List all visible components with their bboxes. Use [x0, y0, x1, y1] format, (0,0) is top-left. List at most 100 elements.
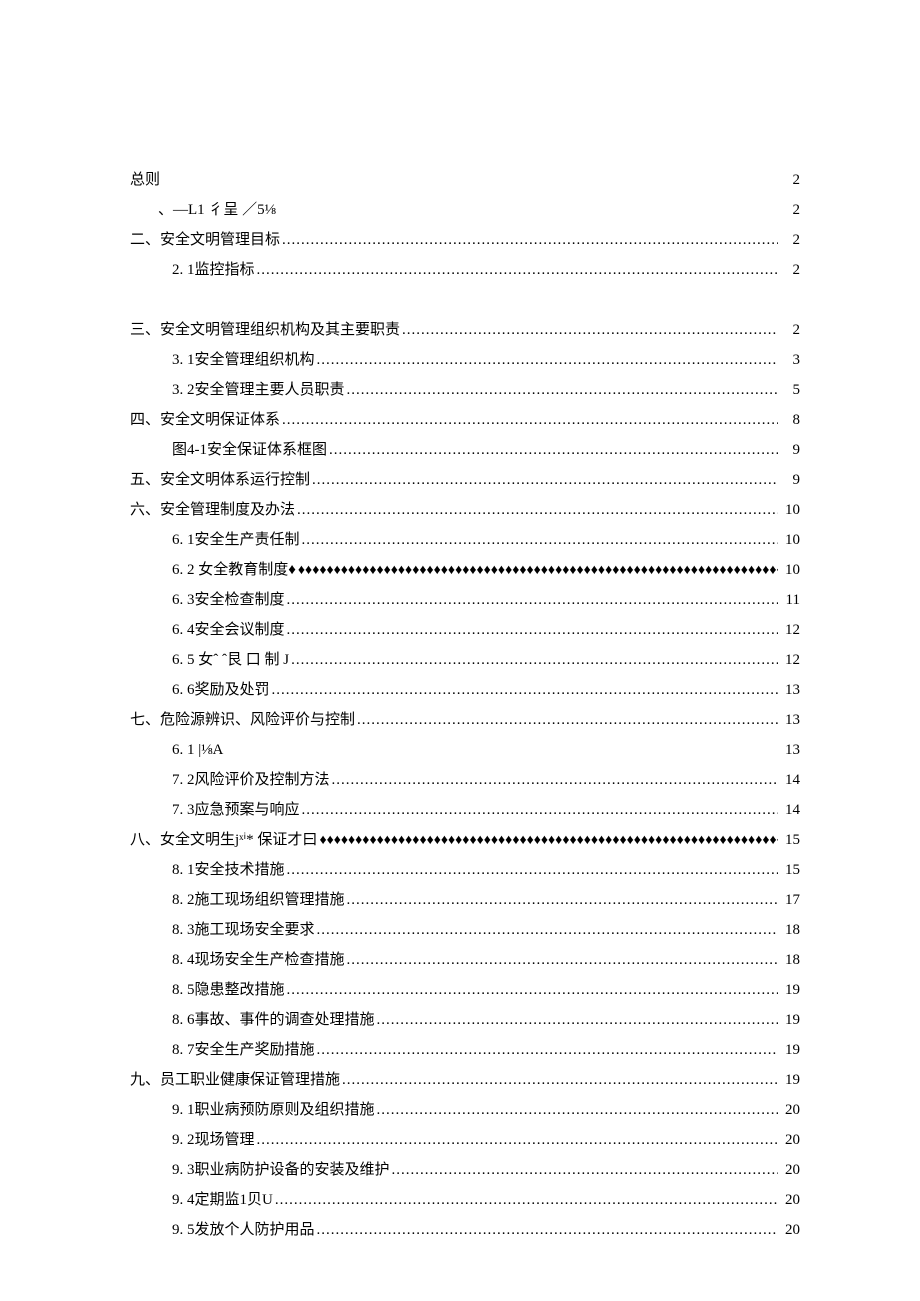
- toc-label: 6. 4安全会议制度: [172, 615, 285, 645]
- toc-label: 2. 1监控指标: [172, 255, 255, 285]
- toc-entry: 8. 1安全技术措施15: [130, 855, 800, 885]
- toc-label: 9. 4定期监1贝U: [172, 1185, 273, 1215]
- toc-label: 九、员工职业健康保证管理措施: [130, 1065, 340, 1095]
- toc-entry: 9. 1职业病预防原则及组织措施20: [130, 1095, 800, 1125]
- toc-gap: [130, 285, 800, 315]
- toc-page-number: 20: [778, 1215, 800, 1245]
- toc-entry: 9. 2现场管理20: [130, 1125, 800, 1155]
- toc-label: 8. 6事故、事件的调查处理措施: [172, 1005, 375, 1035]
- toc-label: 3. 1安全管理组织机构: [172, 345, 315, 375]
- toc-page-number: 20: [778, 1125, 800, 1155]
- toc-page-number: 13: [778, 735, 800, 765]
- toc-entry: 五、安全文明体系运行控制 9: [130, 465, 800, 495]
- toc-leader: [355, 705, 778, 735]
- toc-label: 二、安全文明管理目标: [130, 225, 280, 255]
- toc-leader: [375, 1095, 778, 1125]
- toc-leader: [280, 405, 778, 435]
- toc-entry: 图4-1安全保证体系框图9: [130, 435, 800, 465]
- toc-page-number: 2: [778, 195, 800, 225]
- toc-label: 6. 5 女ˆ ˆ艮 口 制 J: [172, 645, 289, 675]
- toc-entry: 8. 4现场安全生产检查措施 18: [130, 945, 800, 975]
- table-of-contents: 总则2、—L1 彳呈 ／5⅛2二、安全文明管理目标22. 1监控指标2三、安全文…: [130, 165, 800, 1245]
- toc-page-number: 13: [778, 675, 800, 705]
- toc-leader: [327, 435, 778, 465]
- toc-label: 9. 5发放个人防护用品: [172, 1215, 315, 1245]
- toc-page-number: 9: [778, 435, 800, 465]
- toc-entry: 3. 2安全管理主要人员职责 5: [130, 375, 800, 405]
- toc-entry: 8. 6事故、事件的调查处理措施19: [130, 1005, 800, 1035]
- toc-entry: 9. 3职业病防护设备的安装及维护20: [130, 1155, 800, 1185]
- toc-page-number: 2: [778, 225, 800, 255]
- toc-leader: [295, 495, 778, 525]
- toc-entry: 6. 2 女全教育制度♦ 10: [130, 555, 800, 585]
- toc-leader: [255, 1125, 778, 1155]
- toc-page-number: 18: [778, 945, 800, 975]
- toc-page-number: 10: [778, 525, 800, 555]
- toc-entry: 6. 1安全生产责任制10: [130, 525, 800, 555]
- toc-entry: 二、安全文明管理目标 2: [130, 225, 800, 255]
- toc-page-number: 9: [778, 465, 800, 495]
- toc-page-number: 14: [778, 765, 800, 795]
- toc-page-number: 20: [778, 1155, 800, 1185]
- toc-leader: [300, 795, 778, 825]
- toc-label: 8. 2施工现场组织管理措施: [172, 885, 345, 915]
- toc-entry: 四、安全文明保证体系8: [130, 405, 800, 435]
- toc-page-number: 15: [778, 855, 800, 885]
- toc-leader: [375, 1005, 778, 1035]
- toc-entry: 8. 3施工现场安全要求 18: [130, 915, 800, 945]
- toc-leader: [345, 375, 778, 405]
- toc-leader: [310, 465, 778, 495]
- toc-page-number: 12: [778, 645, 800, 675]
- toc-entry: 总则 2: [130, 165, 800, 195]
- toc-label: 七、危险源辨识、风险评价与控制: [130, 705, 355, 735]
- toc-entry: 8. 7安全生产奖励措施19: [130, 1035, 800, 1065]
- toc-label: 、—L1 彳呈 ／5⅛: [158, 195, 276, 225]
- toc-entry: 8. 5隐患整改措施19: [130, 975, 800, 1005]
- toc-page-number: 2: [778, 165, 800, 195]
- toc-leader: [315, 345, 778, 375]
- toc-entry: 8. 2施工现场组织管理措施 17: [130, 885, 800, 915]
- toc-leader: [345, 885, 778, 915]
- toc-page-number: 14: [778, 795, 800, 825]
- toc-page-number: 5: [778, 375, 800, 405]
- toc-leader: [285, 855, 778, 885]
- toc-label: 6. 1 |⅛A: [172, 735, 223, 765]
- toc-label: 8. 3施工现场安全要求: [172, 915, 315, 945]
- toc-page-number: 20: [778, 1185, 800, 1215]
- toc-page-number: 10: [778, 555, 800, 585]
- toc-leader: [296, 555, 778, 585]
- toc-entry: 七、危险源辨识、风险评价与控制 13: [130, 705, 800, 735]
- toc-entry: 6. 3安全检查制度11: [130, 585, 800, 615]
- toc-page-number: 17: [778, 885, 800, 915]
- toc-leader: [270, 675, 778, 705]
- toc-label: 8. 4现场安全生产检查措施: [172, 945, 345, 975]
- toc-leader: [300, 525, 778, 555]
- toc-page-number: 2: [778, 315, 800, 345]
- toc-page-number: 11: [778, 585, 800, 615]
- toc-label: 6. 2 女全教育制度♦: [172, 555, 296, 585]
- toc-label: 7. 2风险评价及控制方法: [172, 765, 330, 795]
- toc-entry: 九、员工职业健康保证管理措施19: [130, 1065, 800, 1095]
- toc-label: 八、女全文明生jˣⁱ* 保证才曰: [130, 825, 317, 855]
- toc-label: 总则: [130, 165, 160, 195]
- toc-page-number: 19: [778, 1035, 800, 1065]
- toc-label: 8. 5隐患整改措施: [172, 975, 285, 1005]
- toc-page-number: 13: [778, 705, 800, 735]
- toc-leader: [280, 225, 778, 255]
- toc-label: 3. 2安全管理主要人员职责: [172, 375, 345, 405]
- toc-label: 五、安全文明体系运行控制: [130, 465, 310, 495]
- toc-entry: 6. 4安全会议制度12: [130, 615, 800, 645]
- toc-leader: [315, 915, 778, 945]
- toc-leader: [285, 615, 778, 645]
- toc-entry: 六、安全管理制度及办法10: [130, 495, 800, 525]
- toc-entry: 八、女全文明生jˣⁱ* 保证才曰 15: [130, 825, 800, 855]
- toc-entry: 6. 1 |⅛A 13: [130, 735, 800, 765]
- toc-leader: [317, 825, 778, 855]
- toc-page-number: 10: [778, 495, 800, 525]
- toc-page-number: 2: [778, 255, 800, 285]
- toc-page-number: 18: [778, 915, 800, 945]
- toc-entry: 6. 6奖励及处罚13: [130, 675, 800, 705]
- toc-page-number: 8: [778, 405, 800, 435]
- toc-page-number: 3: [778, 345, 800, 375]
- toc-leader: [315, 1035, 778, 1065]
